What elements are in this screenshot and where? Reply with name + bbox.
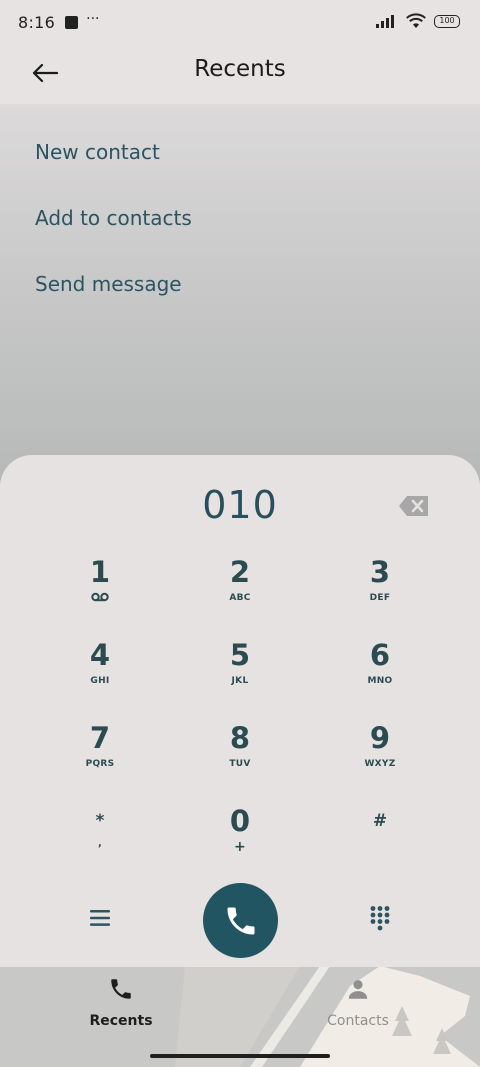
person-icon	[348, 980, 368, 999]
more-notifications-icon: ···	[86, 11, 100, 27]
key-8-digit: 8	[229, 721, 251, 755]
menu-button[interactable]	[85, 903, 115, 933]
tab-contacts[interactable]: Contacts	[298, 976, 418, 1029]
tab-contacts-label: Contacts	[327, 1013, 389, 1029]
menu-icon	[90, 910, 110, 926]
action-menu: New contact Add to contacts Send message	[0, 104, 480, 484]
key-star[interactable]: * ,	[45, 804, 155, 876]
key-4[interactable]: 4 GHI	[45, 638, 155, 710]
key-star-letters: ,	[97, 838, 103, 849]
key-3-letters: DEF	[369, 593, 391, 603]
battery-icon: 100	[434, 14, 460, 28]
voicemail-icon	[91, 592, 109, 602]
dialpad-icon	[370, 906, 390, 931]
key-star-digit: *	[95, 811, 105, 831]
call-button[interactable]	[203, 883, 278, 958]
home-indicator[interactable]	[150, 1054, 330, 1058]
key-3-digit: 3	[369, 555, 391, 589]
key-7-digit: 7	[89, 721, 111, 755]
dialpad-sheet: 010 1 2 ABC 3 DEF 4 GHI 5 JKL 6 MNO 7 PQ…	[0, 455, 480, 967]
key-9-digit: 9	[369, 721, 391, 755]
send-message-option[interactable]: Send message	[35, 272, 182, 296]
wifi-icon	[406, 13, 426, 28]
key-8-letters: TUV	[229, 759, 251, 769]
key-5-letters: JKL	[231, 676, 249, 686]
key-hash-digit: #	[372, 811, 388, 831]
backspace-button[interactable]	[398, 495, 434, 519]
key-5[interactable]: 5 JKL	[185, 638, 295, 710]
status-time: 8:16	[18, 12, 56, 32]
key-9-letters: WXYZ	[364, 759, 396, 769]
key-0-digit: 0	[229, 804, 251, 838]
key-2-digit: 2	[229, 555, 251, 589]
status-icons: 100	[376, 13, 460, 29]
key-0-letters: +	[233, 839, 247, 855]
key-8[interactable]: 8 TUV	[185, 721, 295, 793]
key-4-letters: GHI	[90, 676, 110, 686]
key-0[interactable]: 0 +	[185, 804, 295, 876]
notification-icon	[65, 15, 79, 29]
key-4-digit: 4	[89, 638, 111, 672]
phone-call-icon	[227, 907, 254, 934]
add-to-contacts-option[interactable]: Add to contacts	[35, 206, 192, 230]
key-6-digit: 6	[369, 638, 391, 672]
key-6-letters: MNO	[367, 676, 393, 686]
key-6[interactable]: 6 MNO	[325, 638, 435, 710]
backspace-icon	[399, 496, 428, 516]
key-5-digit: 5	[229, 638, 251, 672]
new-contact-option[interactable]: New contact	[35, 140, 160, 164]
key-hash[interactable]: #	[325, 804, 435, 876]
app-bar: Recents	[0, 44, 480, 104]
key-3[interactable]: 3 DEF	[325, 555, 435, 627]
key-7-letters: PQRS	[85, 759, 115, 769]
key-2[interactable]: 2 ABC	[185, 555, 295, 627]
key-2-letters: ABC	[229, 593, 251, 603]
key-9[interactable]: 9 WXYZ	[325, 721, 435, 793]
key-1-digit: 1	[89, 555, 111, 589]
key-7[interactable]: 7 PQRS	[45, 721, 155, 793]
bottom-navigation: Recents Contacts	[0, 966, 480, 1067]
page-title: Recents	[194, 56, 286, 82]
signal-icon	[376, 15, 394, 28]
dialpad-toggle-button[interactable]	[365, 903, 395, 933]
status-bar: 8:16 ··· 100	[0, 0, 480, 44]
key-1[interactable]: 1	[45, 555, 155, 627]
phone-icon	[111, 979, 131, 999]
tab-recents[interactable]: Recents	[61, 976, 181, 1029]
tab-recents-label: Recents	[89, 1013, 153, 1029]
